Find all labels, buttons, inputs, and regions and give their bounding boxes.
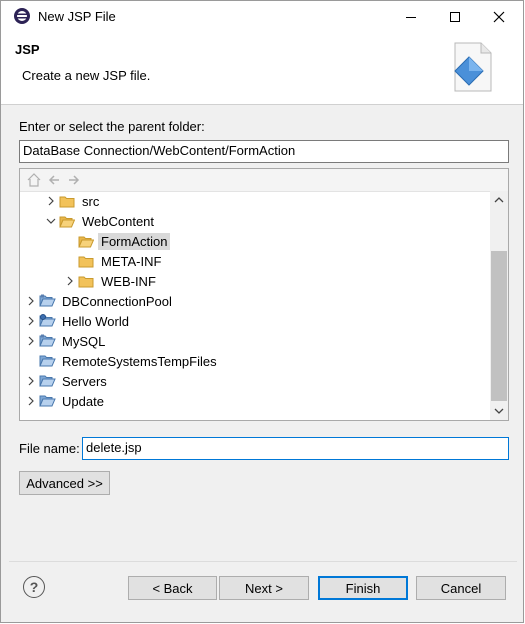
project-folder-icon — [38, 351, 56, 371]
back-arrow-icon[interactable] — [46, 172, 62, 188]
scroll-up-button[interactable] — [490, 191, 508, 209]
chevron-right-icon[interactable] — [24, 331, 38, 351]
folder-tree[interactable]: src WebContent FormAction META-INF WEB-I… — [19, 168, 509, 421]
eclipse-icon — [14, 8, 30, 24]
scrollbar-thumb[interactable] — [491, 251, 507, 401]
finish-button[interactable]: Finish — [318, 576, 408, 600]
chevron-right-icon[interactable] — [24, 371, 38, 391]
tree-item-meta-inf[interactable]: META-INF — [63, 251, 164, 271]
tree-item-label: FormAction — [98, 232, 171, 250]
tree-item-web-inf[interactable]: WEB-INF — [63, 271, 159, 291]
tree-item-label: Servers — [62, 373, 107, 389]
new-jsp-file-dialog: New JSP File JSP Create a new JSP file. … — [0, 0, 524, 623]
tree-vertical-scrollbar[interactable] — [490, 191, 508, 420]
chevron-right-icon[interactable] — [24, 311, 38, 331]
title-bar[interactable]: New JSP File — [1, 1, 523, 32]
chevron-down-icon — [494, 408, 504, 414]
close-button[interactable] — [477, 1, 521, 32]
help-icon[interactable]: ? — [23, 576, 45, 598]
chevron-right-icon[interactable] — [44, 191, 58, 211]
tree-item-label: Hello World — [62, 313, 129, 329]
tree-item-label: DBConnectionPool — [62, 293, 172, 309]
minimize-button[interactable] — [389, 1, 433, 32]
folder-open-icon — [77, 231, 95, 251]
tree-item-dbconnectionpool[interactable]: DBConnectionPool — [24, 291, 175, 311]
tree-toolbar — [20, 169, 508, 192]
parent-folder-label: Enter or select the parent folder: — [19, 119, 205, 134]
project-folder-icon — [38, 331, 56, 351]
chevron-up-icon — [494, 197, 504, 203]
tree-item-label: WebContent — [82, 213, 155, 229]
window-title: New JSP File — [38, 9, 116, 24]
next-button[interactable]: Next > — [219, 576, 309, 600]
tree-item-label: RemoteSystemsTempFiles — [62, 353, 217, 369]
jsp-file-wizard-icon — [454, 42, 492, 92]
folder-icon — [77, 271, 95, 291]
tree-item-label: MySQL — [62, 333, 106, 349]
tree-item-update[interactable]: Update — [24, 391, 107, 411]
chevron-right-icon[interactable] — [24, 391, 38, 411]
forward-arrow-icon[interactable] — [66, 172, 82, 188]
banner-title: JSP — [15, 42, 40, 57]
parent-folder-input[interactable]: DataBase Connection/WebContent/FormActio… — [19, 140, 509, 163]
tree-item-remotesystemstempfiles[interactable]: RemoteSystemsTempFiles — [24, 351, 220, 371]
advanced-button[interactable]: Advanced >> — [19, 471, 110, 495]
project-folder-icon — [38, 391, 56, 411]
maximize-icon — [450, 11, 460, 22]
tree-item-hello-world[interactable]: Hello World — [24, 311, 132, 331]
tree-item-label: Update — [62, 393, 104, 409]
project-folder-icon — [38, 291, 56, 311]
home-icon[interactable] — [26, 172, 42, 188]
project-folder-icon — [38, 371, 56, 391]
file-name-label: File name: — [19, 441, 80, 456]
folder-icon — [77, 251, 95, 271]
folder-open-icon — [58, 211, 76, 231]
tree-item-src[interactable]: src — [44, 191, 102, 211]
back-button[interactable]: < Back — [128, 576, 217, 600]
chevron-right-icon[interactable] — [63, 271, 77, 291]
tree-item-label: WEB-INF — [101, 273, 156, 289]
file-name-input[interactable]: delete.jsp — [82, 437, 509, 460]
chevron-right-icon[interactable] — [24, 291, 38, 311]
folder-icon — [58, 191, 76, 211]
tree-item-servers[interactable]: Servers — [24, 371, 110, 391]
scroll-down-button[interactable] — [490, 402, 508, 420]
web-project-icon — [38, 311, 56, 331]
tree-item-webcontent[interactable]: WebContent — [44, 211, 157, 231]
cancel-button[interactable]: Cancel — [416, 576, 506, 600]
chevron-down-icon[interactable] — [44, 211, 58, 231]
wizard-banner: JSP Create a new JSP file. — [1, 32, 523, 105]
minimize-icon — [406, 16, 416, 18]
close-icon — [493, 11, 505, 22]
tree-item-formaction[interactable]: FormAction — [63, 231, 171, 251]
banner-subtitle: Create a new JSP file. — [22, 68, 151, 83]
button-bar-separator — [9, 561, 517, 562]
tree-item-label: src — [82, 193, 100, 209]
tree-item-label: META-INF — [101, 253, 162, 269]
tree-item-mysql[interactable]: MySQL — [24, 331, 108, 351]
maximize-button[interactable] — [433, 1, 477, 32]
